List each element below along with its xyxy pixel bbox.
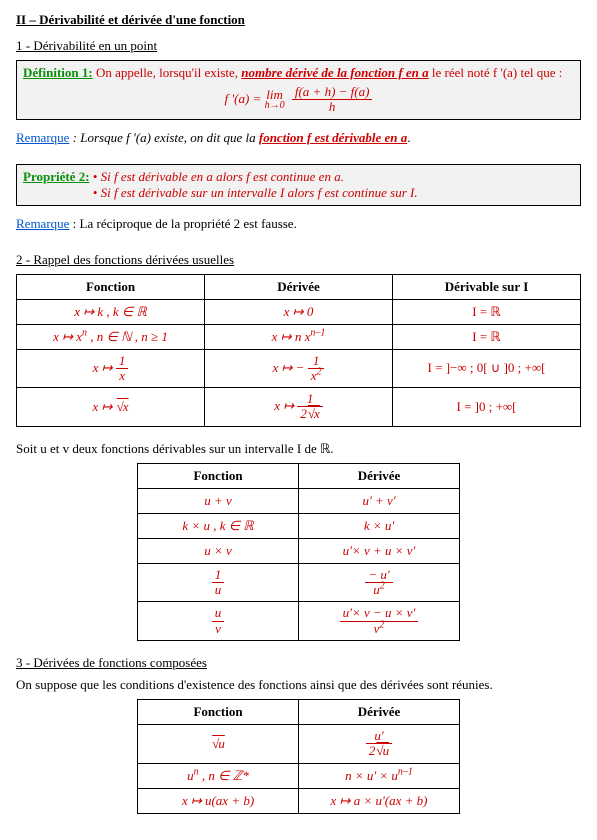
remark-1: Remarque : Lorsque f '(a) existe, on dit… xyxy=(16,130,581,146)
col-fonction: Fonction xyxy=(138,699,299,724)
property-2-label: Propriété 2: xyxy=(23,169,90,184)
table-row: x ↦ x x ↦ 12x I = ]0 ; +∞[ xyxy=(17,388,581,427)
definition-1-formula: f '(a) = lim h→0 f(a + h) − f(a) h xyxy=(23,85,574,115)
cell: x ↦ − 1x2 xyxy=(205,349,393,388)
table-row: u + v u' + v' xyxy=(138,488,460,513)
cell: I = ℝ xyxy=(393,299,581,324)
definition-1-term: nombre dérivé de la fonction f en a xyxy=(241,65,428,80)
section-3-text: On suppose que les conditions d'existenc… xyxy=(16,677,581,693)
remark-1-after: . xyxy=(407,130,410,145)
main-title: II – Dérivabilité et dérivée d'une fonct… xyxy=(16,12,581,28)
cell: x ↦ 1x xyxy=(17,349,205,388)
table-row: un , n ∈ ℤ* n × u' × un–1 xyxy=(138,763,460,788)
cell: u × v xyxy=(138,538,299,563)
col-derivee: Dérivée xyxy=(299,699,460,724)
table-row: x ↦ xn , n ∈ ℕ , n ≥ 1 x ↦ n xn–1 I = ℝ xyxy=(17,324,581,349)
cell: x ↦ 0 xyxy=(205,299,393,324)
cell: x ↦ xn , n ∈ ℕ , n ≥ 1 xyxy=(17,324,205,349)
remark-2: Remarque : La réciproque de la propriété… xyxy=(16,216,581,232)
section-3-heading: 3 - Dérivées de fonctions composées xyxy=(16,655,581,671)
cell: x ↦ x xyxy=(17,388,205,427)
cell: x ↦ k , k ∈ ℝ xyxy=(17,299,205,324)
remark-2-text: : La réciproque de la propriété 2 est fa… xyxy=(69,216,296,231)
cell: x ↦ u(ax + b) xyxy=(138,788,299,813)
table-row: u u'2u xyxy=(138,724,460,763)
cell: u'2u xyxy=(299,724,460,763)
table-row: x ↦ 1x x ↦ − 1x2 I = ]−∞ ; 0[ ∪ ]0 ; +∞[ xyxy=(17,349,581,388)
remark-1-before: : Lorsque f '(a) existe, on dit que la xyxy=(69,130,258,145)
cell: n × u' × un–1 xyxy=(299,763,460,788)
cell: x ↦ 12x xyxy=(205,388,393,427)
cell: u + v xyxy=(138,488,299,513)
col-fonction: Fonction xyxy=(138,463,299,488)
cell: k × u , k ∈ ℝ xyxy=(138,513,299,538)
remark-1-label: Remarque xyxy=(16,130,69,145)
table-row: k × u , k ∈ ℝ k × u' xyxy=(138,513,460,538)
table-row: x ↦ k , k ∈ ℝ x ↦ 0 I = ℝ xyxy=(17,299,581,324)
cell: u' + v' xyxy=(299,488,460,513)
cell: 1u xyxy=(138,563,299,602)
table-operations-derivatives: Fonction Dérivée u + v u' + v' k × u , k… xyxy=(137,463,460,641)
cell: − u'u2 xyxy=(299,563,460,602)
remark-2-label: Remarque xyxy=(16,216,69,231)
table-usual-derivatives: Fonction Dérivée Dérivable sur I x ↦ k ,… xyxy=(16,274,581,427)
cell: uv xyxy=(138,602,299,641)
table-row: uv u'× v − u × v'v2 xyxy=(138,602,460,641)
table-row: x ↦ u(ax + b) x ↦ a × u'(ax + b) xyxy=(138,788,460,813)
cell: I = ℝ xyxy=(393,324,581,349)
property-2-line2: • Si f est dérivable sur un intervalle I… xyxy=(90,185,418,200)
definition-1-box: Définition 1: On appelle, lorsqu'il exis… xyxy=(16,60,581,120)
cell: I = ]0 ; +∞[ xyxy=(393,388,581,427)
property-2-line1: • Si f est dérivable en a alors f est co… xyxy=(90,169,344,184)
cell: un , n ∈ ℤ* xyxy=(138,763,299,788)
table-row: Fonction Dérivée xyxy=(138,699,460,724)
remark-1-bold: fonction f est dérivable en a xyxy=(259,130,407,145)
cell: x ↦ n xn–1 xyxy=(205,324,393,349)
definition-1-text-before: On appelle, lorsqu'il existe, xyxy=(93,65,242,80)
limit-symbol: lim h→0 xyxy=(265,88,285,111)
col-domaine: Dérivable sur I xyxy=(393,274,581,299)
formula-left: f '(a) = xyxy=(225,91,265,106)
cell: I = ]−∞ ; 0[ ∪ ]0 ; +∞[ xyxy=(393,349,581,388)
cell: x ↦ a × u'(ax + b) xyxy=(299,788,460,813)
table-2-intro: Soit u et v deux fonctions dérivables su… xyxy=(16,441,581,457)
cell: u xyxy=(138,724,299,763)
table-composite-derivatives: Fonction Dérivée u u'2u un , n ∈ ℤ* n × … xyxy=(137,699,460,814)
section-2-heading: 2 - Rappel des fonctions dérivées usuell… xyxy=(16,252,581,268)
table-row: Fonction Dérivée xyxy=(138,463,460,488)
property-2-box: Propriété 2: • Si f est dérivable en a a… xyxy=(16,164,581,206)
cell: k × u' xyxy=(299,513,460,538)
cell: u'× v + u × v' xyxy=(299,538,460,563)
table-row: u × v u'× v + u × v' xyxy=(138,538,460,563)
col-derivee: Dérivée xyxy=(205,274,393,299)
col-fonction: Fonction xyxy=(17,274,205,299)
table-row: Fonction Dérivée Dérivable sur I xyxy=(17,274,581,299)
definition-1-text-after: le réel noté f '(a) tel que : xyxy=(429,65,563,80)
definition-1-label: Définition 1: xyxy=(23,65,93,80)
col-derivee: Dérivée xyxy=(299,463,460,488)
difference-quotient: f(a + h) − f(a) h xyxy=(292,85,373,115)
section-1-heading: 1 - Dérivabilité en un point xyxy=(16,38,581,54)
cell: u'× v − u × v'v2 xyxy=(299,602,460,641)
table-row: 1u − u'u2 xyxy=(138,563,460,602)
